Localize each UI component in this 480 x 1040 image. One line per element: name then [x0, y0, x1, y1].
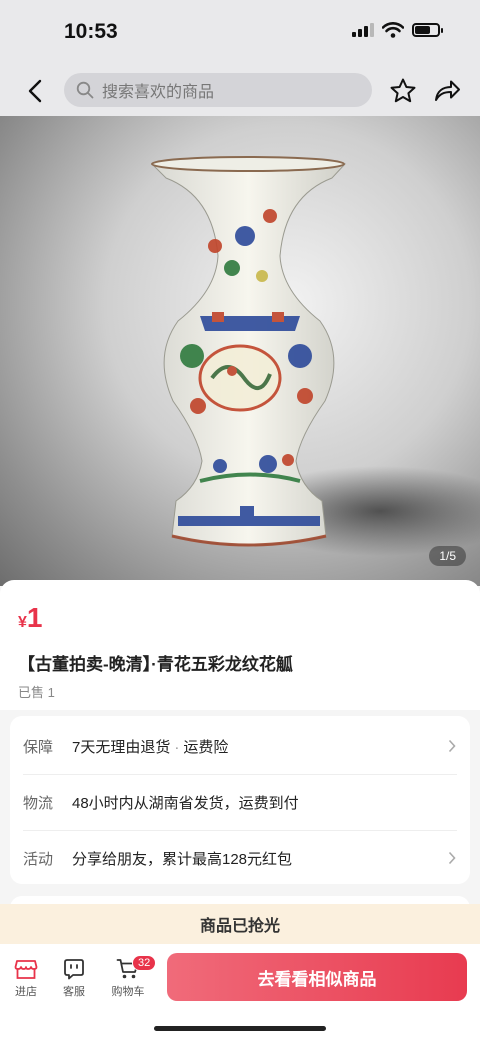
service-row-guarantee[interactable]: 保障 7天无理由退货 · 运费险: [10, 718, 470, 774]
status-time: 10:53: [64, 20, 118, 43]
battery-icon: [412, 23, 443, 37]
customer-service-icon: [64, 959, 84, 980]
cart-count-badge: 32: [132, 955, 157, 971]
service-value: 48小时内从湖南省发货，运费到付: [72, 794, 299, 812]
share-icon: [435, 80, 460, 101]
customer-service-button[interactable]: 客服: [52, 958, 96, 999]
wifi-icon: [382, 22, 404, 38]
service-value: 分享给朋友，累计最高128元红包: [72, 850, 293, 868]
search-placeholder: 搜索喜欢的商品: [102, 84, 215, 101]
price-amount: 1: [26, 602, 43, 633]
search-icon: [76, 81, 94, 99]
store-button[interactable]: 进店: [4, 958, 48, 999]
cellular-signal-icon: [352, 23, 374, 37]
star-icon: [390, 78, 416, 103]
status-icons: [352, 22, 443, 38]
service-card: 保障 7天无理由退货 · 运费险 物流 48小时内从湖南省发货，运费到付 活动 分享…: [10, 716, 470, 884]
store-label: 进店: [15, 986, 37, 998]
back-button[interactable]: [20, 76, 50, 106]
store-icon: [14, 960, 38, 979]
sold-count: 已售 1: [18, 685, 55, 700]
cart-button[interactable]: 32 购物车: [106, 955, 157, 999]
service-row-logistics: 物流 48小时内从湖南省发货，运费到付: [10, 774, 470, 830]
product-image-gallery[interactable]: 1/5: [0, 116, 480, 586]
service-row-activity[interactable]: 活动 分享给朋友，累计最高128元红包: [10, 830, 470, 886]
favorite-button[interactable]: [388, 76, 418, 106]
share-button[interactable]: [432, 76, 462, 106]
sold-out-banner: 商品已抢光: [0, 904, 480, 944]
price-currency: ¥: [18, 614, 27, 631]
back-icon: [28, 79, 42, 103]
service-label: 活动: [23, 850, 54, 868]
vase-illustration: [150, 156, 480, 556]
image-counter: 1/5: [429, 546, 466, 566]
nav-bar: 搜索喜欢的商品: [0, 66, 480, 116]
bottom-action-bar: 进店 客服 32 购物车 去看看相似商品: [0, 944, 480, 1040]
service-label: 物流: [23, 794, 54, 812]
service-value: 7天无理由退货 · 运费险: [72, 738, 229, 756]
service-label: 客服: [63, 986, 85, 998]
chevron-right-icon: [448, 851, 456, 865]
status-bar: 10:53: [0, 0, 480, 66]
view-similar-button[interactable]: 去看看相似商品: [167, 953, 467, 1001]
product-title: 【古董拍卖-晚清】·青花五彩龙纹花觚: [18, 655, 293, 674]
chevron-right-icon: [448, 739, 456, 753]
cart-label: 购物车: [111, 986, 145, 998]
home-indicator: [154, 1026, 326, 1031]
search-input[interactable]: 搜索喜欢的商品: [64, 73, 372, 107]
service-label: 保障: [23, 738, 54, 756]
product-info-card: ¥1 【古董拍卖-晚清】·青花五彩龙纹花觚 已售 1: [0, 580, 480, 710]
product-price: ¥1: [18, 602, 42, 634]
